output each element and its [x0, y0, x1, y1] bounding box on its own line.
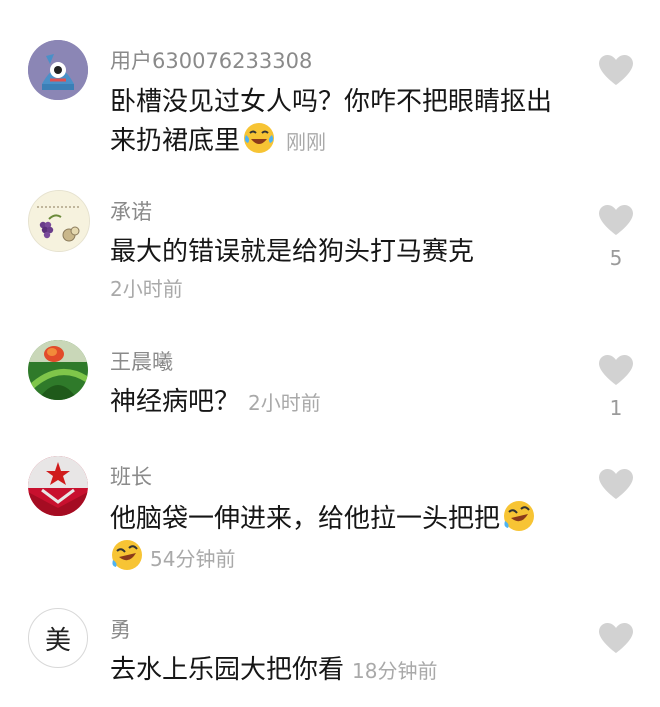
avatar[interactable]: 美	[28, 608, 88, 668]
red-star-avatar-icon	[28, 456, 88, 516]
avatar[interactable]	[28, 340, 88, 400]
like-button[interactable]: 1	[597, 354, 635, 420]
heart-icon	[599, 355, 633, 385]
grape-sketch-icon	[29, 191, 89, 251]
like-button[interactable]	[597, 622, 635, 654]
comment-line: 去水上乐园大把你看 18分钟前	[110, 652, 580, 690]
comment-text: 他脑袋一伸进来，给他拉一头把把 54分钟前	[110, 499, 580, 578]
comment-line: 最大的错误就是给狗头打马赛克	[110, 237, 475, 267]
heart-icon	[599, 55, 633, 85]
comment-text: 去水上乐园大把你看 18分钟前	[110, 652, 580, 690]
username[interactable]: 勇	[110, 614, 131, 644]
comment-line: 卧槽没见过女人吗？你咋不把眼睛抠出	[110, 87, 553, 117]
comment-text: 最大的错误就是给狗头打马赛克 2小时前	[110, 234, 580, 308]
avatar[interactable]	[28, 456, 88, 516]
like-count: 5	[609, 246, 623, 270]
monster-avatar-icon	[28, 40, 88, 100]
avatar[interactable]	[28, 40, 88, 100]
avatar-text: 美	[44, 625, 71, 656]
timestamp: 2小时前	[248, 391, 321, 415]
comment-line-text: 他脑袋一伸进来，给他拉一头把把	[110, 504, 501, 534]
username[interactable]: 班长	[110, 461, 152, 491]
comment-text: 神经病吧？ 2小时前	[110, 384, 580, 422]
avatar[interactable]	[28, 190, 90, 252]
heart-icon	[599, 469, 633, 499]
rose-avatar-icon	[28, 340, 88, 400]
like-button[interactable]	[597, 468, 635, 500]
rofl-emoji-icon	[504, 501, 535, 531]
timestamp: 54分钟前	[150, 547, 236, 571]
comment-line-text: 去水上乐园大把你看	[110, 655, 345, 685]
username[interactable]: 用户630076233308	[110, 45, 312, 75]
heart-icon	[599, 205, 633, 235]
timestamp: 刚刚	[286, 130, 327, 154]
like-count: 1	[609, 396, 623, 420]
comment-line-text: 来扔裙底里	[110, 126, 241, 156]
laugh-cry-emoji-icon	[244, 123, 275, 153]
comment-line: 他脑袋一伸进来，给他拉一头把把	[110, 499, 580, 538]
like-button[interactable]: 5	[597, 204, 635, 270]
comment-text: 卧槽没见过女人吗？你咋不把眼睛抠出 来扔裙底里 刚刚	[110, 84, 580, 161]
like-button[interactable]	[597, 54, 635, 86]
username[interactable]: 王晨曦	[110, 346, 173, 376]
comment-line: 神经病吧？ 2小时前	[110, 384, 580, 422]
comment-line: 来扔裙底里 刚刚	[110, 121, 580, 161]
timestamp: 18分钟前	[352, 659, 438, 683]
rofl-emoji-icon	[112, 540, 142, 570]
comment-line-text: 神经病吧？	[110, 387, 241, 417]
timestamp: 2小时前	[110, 277, 183, 301]
comment-line: 54分钟前	[110, 538, 580, 578]
heart-icon	[599, 623, 633, 653]
username[interactable]: 承诺	[110, 196, 152, 226]
